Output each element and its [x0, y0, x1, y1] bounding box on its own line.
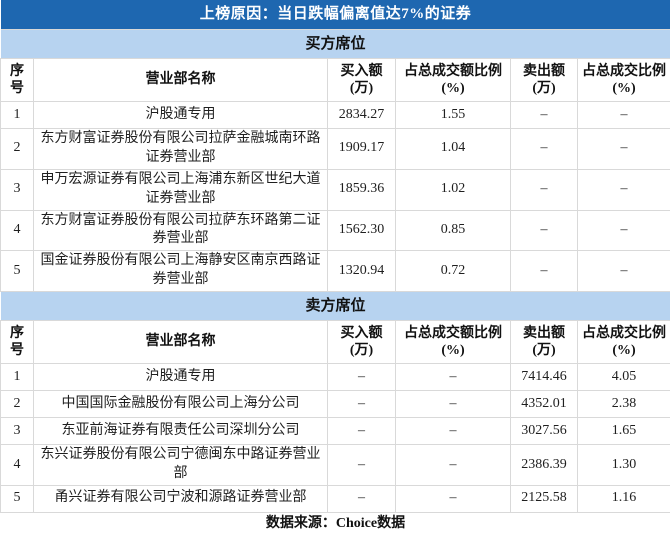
seq-cell: 3 [0, 417, 34, 446]
column-header-branch-name: 营业部名称 [33, 58, 328, 102]
sell-ratio-cell: 4.05 [576, 363, 670, 392]
buy-ratio-cell: 1.02 [395, 168, 511, 211]
buy-amount-cell: 1562.30 [327, 209, 396, 252]
branch-name-cell: 东方财富证券股份有限公司拉萨金融城南环路证券营业部 [33, 128, 328, 170]
seller-row: 5 甬兴证券有限公司宁波和源路证券营业部 – – 2125.58 1.16 [0, 484, 670, 513]
seq-cell: 2 [0, 390, 34, 419]
sell-amount-cell: 4352.01 [510, 390, 578, 419]
buy-ratio-cell: – [395, 484, 511, 513]
sell-amount-cell: 2386.39 [510, 444, 578, 486]
column-header-sell-ratio: 占总成交比例(%) [576, 58, 670, 102]
branch-name-cell: 申万宏源证券有限公司上海浦东新区世纪大道证券营业部 [33, 168, 328, 211]
column-header-sell-amount: 卖出额(万) [510, 58, 578, 102]
buy-amount-cell: 1909.17 [327, 128, 396, 170]
sell-ratio-cell: – [576, 250, 670, 293]
seller-row: 2 中国国际金融股份有限公司上海分公司 – – 4352.01 2.38 [0, 390, 670, 419]
buyer-row: 4 东方财富证券股份有限公司拉萨东环路第二证券营业部 1562.30 0.85 … [0, 209, 670, 252]
buy-ratio-cell: 0.72 [395, 250, 511, 293]
seq-cell: 4 [0, 209, 34, 252]
sell-ratio-cell: 1.30 [576, 444, 670, 486]
buy-amount-cell: – [327, 484, 396, 513]
sell-ratio-cell: – [576, 168, 670, 211]
sell-ratio-cell: – [576, 128, 670, 170]
data-source-note: 数据来源：Choice数据 [265, 515, 406, 531]
buy-amount-cell: 2834.27 [327, 101, 396, 129]
seq-cell: 3 [0, 168, 34, 211]
buyer-row: 1 沪股通专用 2834.27 1.55 – – [0, 101, 670, 129]
column-header-seq: 序号 [0, 320, 34, 365]
buyer-section-band: 买方席位 [0, 29, 670, 59]
buy-ratio-cell: – [395, 390, 511, 419]
buy-amount-cell: – [327, 390, 396, 419]
branch-name-cell: 东方财富证券股份有限公司拉萨东环路第二证券营业部 [33, 209, 328, 252]
seq-cell: 4 [0, 444, 34, 486]
buy-ratio-cell: – [395, 417, 511, 446]
sell-amount-cell: 7414.46 [510, 363, 578, 392]
seller-section-header: 卖方席位 [0, 291, 670, 322]
branch-name-cell: 沪股通专用 [33, 101, 328, 129]
branch-name-cell: 甬兴证券有限公司宁波和源路证券营业部 [33, 484, 328, 513]
dragon-tiger-panel: 上榜原因：当日跌幅偏离值达7%的证券 买方席位 序号 营业部名称 买入额(万) … [0, 0, 670, 547]
sell-amount-cell: – [510, 250, 578, 293]
sell-ratio-cell: 1.65 [576, 417, 670, 446]
sell-ratio-cell: – [576, 209, 670, 252]
buy-ratio-cell: – [395, 444, 511, 486]
branch-name-cell: 东亚前海证券有限责任公司深圳分公司 [33, 417, 328, 446]
seller-row: 1 沪股通专用 – – 7414.46 4.05 [0, 363, 670, 392]
sell-ratio-cell: – [576, 101, 670, 129]
branch-name-cell: 东兴证券股份有限公司宁德闽东中路证券营业部 [33, 444, 328, 486]
buyer-row: 5 国金证券股份有限公司上海静安区南京西路证券营业部 1320.94 0.72 … [0, 250, 670, 293]
sell-ratio-cell: 2.38 [576, 390, 670, 419]
seq-cell: 5 [0, 484, 34, 513]
seller-section-band: 卖方席位 [0, 291, 670, 322]
sell-amount-cell: – [510, 168, 578, 211]
sell-amount-cell: – [510, 128, 578, 170]
column-header-buy-ratio: 占总成交额比例(%) [395, 320, 511, 365]
column-header-sell-amount: 卖出额(万) [510, 320, 578, 365]
dragon-tiger-table: 上榜原因：当日跌幅偏离值达7%的证券 买方席位 序号 营业部名称 买入额(万) … [0, 0, 670, 536]
buy-ratio-cell: 0.85 [395, 209, 511, 252]
column-header-seq: 序号 [0, 58, 34, 102]
buyer-section-header: 买方席位 [0, 29, 670, 59]
seller-row: 4 东兴证券股份有限公司宁德闽东中路证券营业部 – – 2386.39 1.30 [0, 444, 670, 486]
buy-amount-cell: – [327, 363, 396, 392]
branch-name-cell: 沪股通专用 [33, 363, 328, 392]
column-header-sell-ratio: 占总成交比例(%) [576, 320, 670, 365]
seller-header-row: 序号 营业部名称 买入额(万) 占总成交额比例(%) 卖出额(万) 占总成交比例… [0, 320, 670, 365]
list-reason-title-row: 上榜原因：当日跌幅偏离值达7%的证券 [0, 0, 670, 30]
sell-amount-cell: 3027.56 [510, 417, 578, 446]
seq-cell: 1 [0, 101, 34, 129]
buyer-row: 2 东方财富证券股份有限公司拉萨金融城南环路证券营业部 1909.17 1.04… [0, 128, 670, 170]
column-header-branch-name: 营业部名称 [33, 320, 328, 365]
buy-ratio-cell: 1.55 [395, 101, 511, 129]
buy-amount-cell: – [327, 444, 396, 486]
buy-amount-cell: – [327, 417, 396, 446]
branch-name-cell: 中国国际金融股份有限公司上海分公司 [33, 390, 328, 419]
buyer-header-row: 序号 营业部名称 买入额(万) 占总成交额比例(%) 卖出额(万) 占总成交比例… [0, 58, 670, 102]
column-header-buy-amount: 买入额(万) [327, 58, 396, 102]
buyer-row: 3 申万宏源证券有限公司上海浦东新区世纪大道证券营业部 1859.36 1.02… [0, 168, 670, 211]
sell-amount-cell: – [510, 209, 578, 252]
seq-cell: 5 [0, 250, 34, 293]
column-header-buy-ratio: 占总成交额比例(%) [395, 58, 511, 102]
sell-amount-cell: – [510, 101, 578, 129]
branch-name-cell: 国金证券股份有限公司上海静安区南京西路证券营业部 [33, 250, 328, 293]
buy-ratio-cell: – [395, 363, 511, 392]
column-header-buy-amount: 买入额(万) [327, 320, 396, 365]
data-source-row: 数据来源：Choice数据 [1, 512, 670, 536]
sell-amount-cell: 2125.58 [510, 484, 578, 513]
seq-cell: 1 [0, 363, 34, 392]
buy-amount-cell: 1859.36 [327, 168, 396, 211]
sell-ratio-cell: 1.16 [576, 484, 670, 513]
seller-row: 3 东亚前海证券有限责任公司深圳分公司 – – 3027.56 1.65 [0, 417, 670, 446]
buy-amount-cell: 1320.94 [327, 250, 396, 293]
seq-cell: 2 [0, 128, 34, 170]
buy-ratio-cell: 1.04 [395, 128, 511, 170]
list-reason-title: 上榜原因：当日跌幅偏离值达7%的证券 [0, 0, 670, 30]
